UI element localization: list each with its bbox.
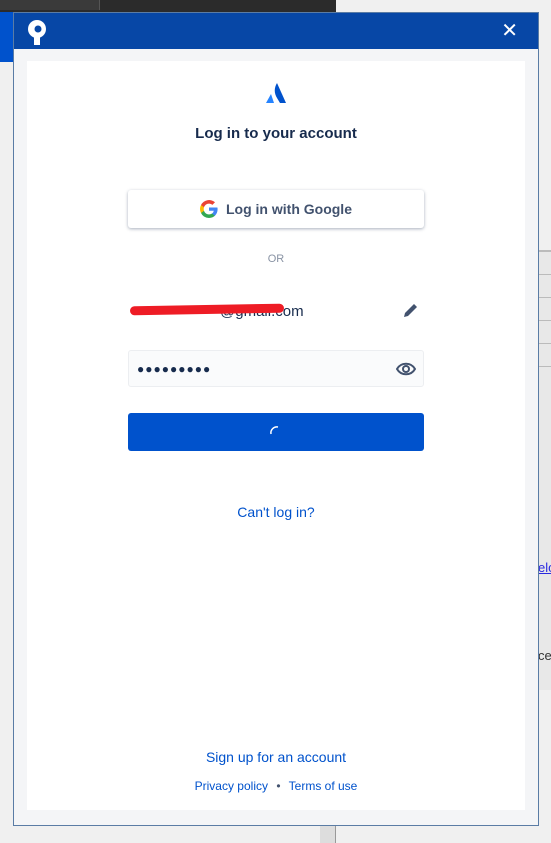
login-window: ✕ Log in to your account Log in with Goo… <box>13 12 539 826</box>
footer-bullet: • <box>276 779 281 793</box>
sourcetree-logo-icon <box>28 20 46 45</box>
loading-spinner-icon <box>270 426 279 435</box>
background-text: ce <box>538 648 551 663</box>
background-scroll <box>320 825 336 843</box>
google-login-label: Log in with Google <box>226 201 352 217</box>
login-card: Log in to your account Log in with Googl… <box>27 61 525 810</box>
password-value: ●●●●●●●●● <box>137 361 212 376</box>
email-field[interactable]: @gmail.com <box>128 297 424 325</box>
show-password-eye-icon[interactable] <box>396 360 416 378</box>
background-link[interactable]: elo <box>538 560 551 575</box>
signup-link[interactable]: Sign up for an account <box>206 749 346 765</box>
login-submit-button[interactable] <box>128 413 424 451</box>
window-header: ✕ <box>14 13 538 49</box>
close-button[interactable]: ✕ <box>501 21 518 41</box>
page-title: Log in to your account <box>195 125 357 142</box>
or-separator: OR <box>267 253 285 265</box>
google-login-button[interactable]: Log in with Google <box>128 190 424 228</box>
privacy-policy-link[interactable]: Privacy policy <box>195 779 268 793</box>
password-field[interactable]: ●●●●●●●●● <box>128 350 424 387</box>
background-field <box>0 0 100 10</box>
background-panel <box>0 12 14 62</box>
google-icon <box>200 200 218 218</box>
terms-of-use-link[interactable]: Terms of use <box>289 779 358 793</box>
edit-pencil-icon[interactable] <box>402 301 420 319</box>
atlassian-logo-icon <box>266 83 286 103</box>
background-rows <box>538 250 551 690</box>
cant-login-link[interactable]: Can't log in? <box>237 504 314 520</box>
